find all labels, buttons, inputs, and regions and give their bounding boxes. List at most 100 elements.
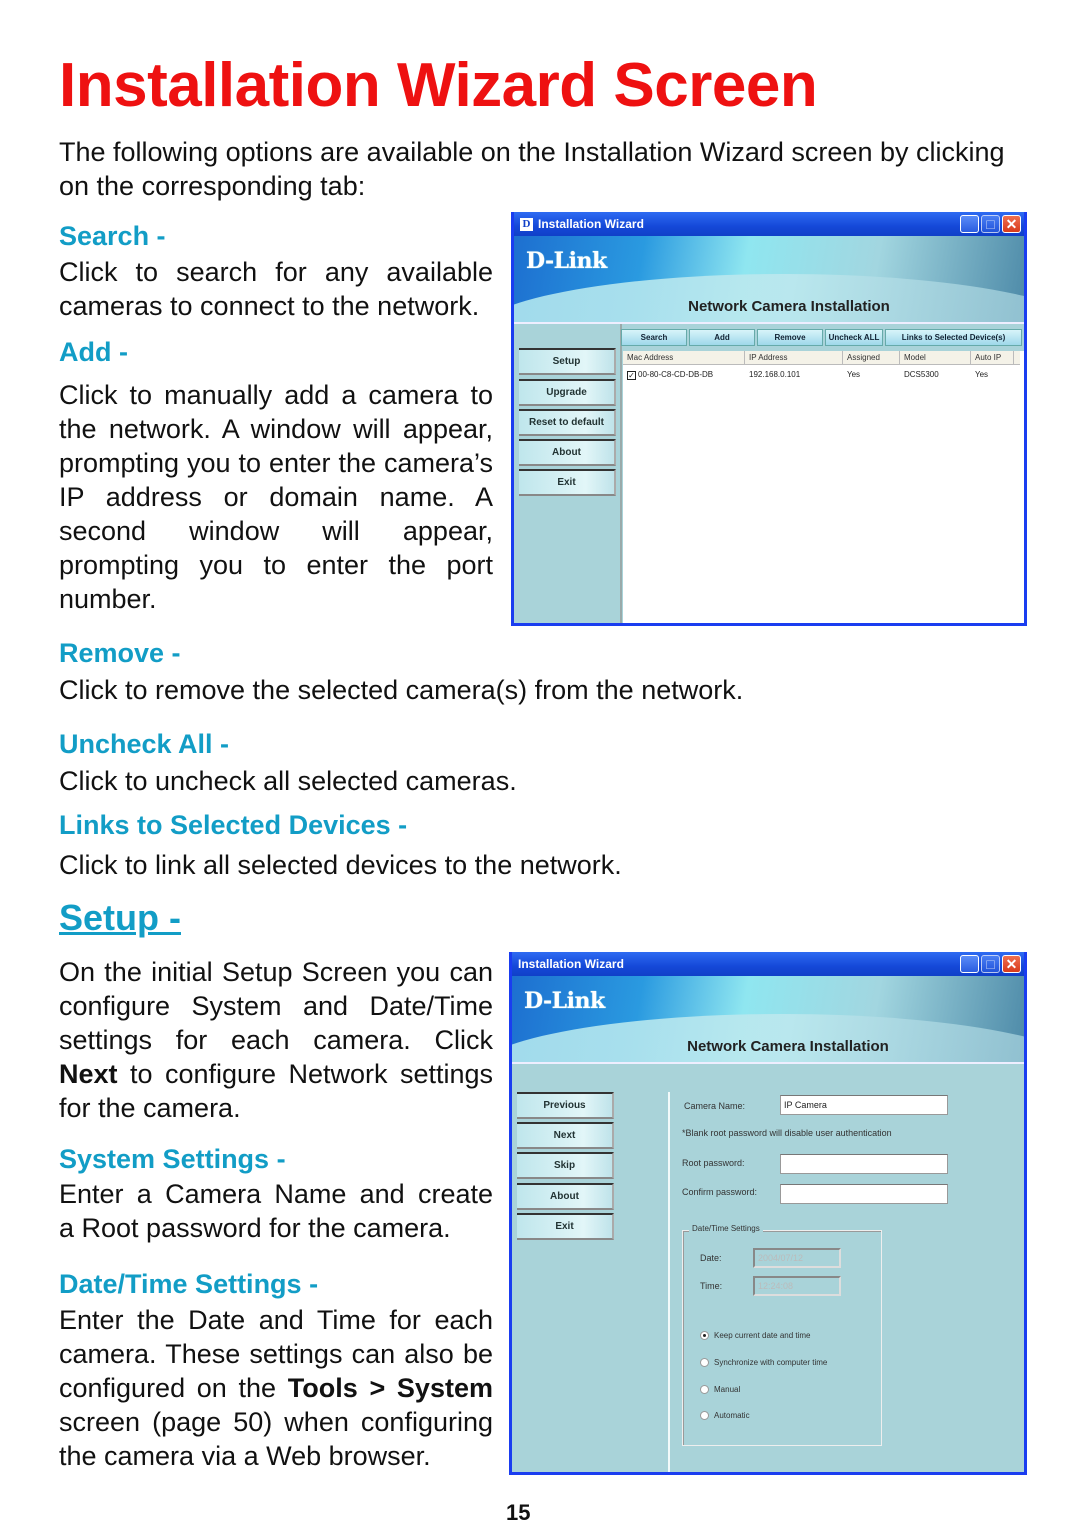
maximize-icon: □ <box>986 956 995 972</box>
next-button[interactable]: Next <box>517 1122 614 1149</box>
dlink-app-icon: D <box>520 217 533 231</box>
about-button[interactable]: About <box>519 439 616 466</box>
intro-text: The following options are available on t… <box>59 137 1005 201</box>
minimize-button[interactable]: _ <box>960 215 979 234</box>
setup-description: On the initial Setup Screen you can conf… <box>59 955 493 1125</box>
setup-wizard-window: Installation Wizard _ □ ✕ D-Link Network… <box>509 952 1027 1475</box>
text-line: prompting you to enter the camera’s <box>59 448 493 478</box>
setup-button[interactable]: Setup <box>519 348 616 375</box>
column-header-assigned[interactable]: Assigned <box>843 351 900 364</box>
system-settings-heading: System Settings - <box>59 1144 286 1174</box>
radio-selected-icon <box>700 1331 709 1340</box>
search-description: Click to search for any available camera… <box>59 255 493 323</box>
time-input[interactable]: 12:24:08 <box>753 1276 841 1296</box>
text-line: Click to search for any available <box>59 257 493 287</box>
radio-sync-computer[interactable]: Synchronize with computer time <box>700 1358 827 1367</box>
dlink-banner: D-Link Network Camera Installation <box>514 236 1024 324</box>
ip-cell: 192.168.0.101 <box>749 370 801 379</box>
datetime-settings-heading: Date/Time Settings - <box>59 1269 319 1299</box>
system-settings-description: Enter a Camera Name and create a Root pa… <box>59 1177 493 1245</box>
window-titlebar[interactable]: D Installation Wizard _ □ ✕ <box>514 212 1024 236</box>
camera-name-input[interactable]: IP Camera <box>780 1095 948 1115</box>
confirm-password-input[interactable] <box>780 1184 948 1204</box>
action-tabbar: Search Add Remove Uncheck ALL Links to S… <box>621 329 1022 346</box>
minimize-icon: _ <box>966 960 973 974</box>
uncheck-all-tab[interactable]: Uncheck ALL <box>825 329 883 346</box>
installation-wizard-window: D Installation Wizard _ □ ✕ D-Link Netwo… <box>511 212 1027 626</box>
links-heading: Links to Selected Devices - <box>59 810 408 840</box>
add-tab[interactable]: Add <box>689 329 755 346</box>
minimize-button[interactable]: _ <box>960 955 979 974</box>
text-fragment: configured on the <box>59 1373 288 1403</box>
close-button[interactable]: ✕ <box>1002 215 1021 233</box>
date-input[interactable]: 2004/07/12 <box>753 1248 841 1268</box>
time-label: Time: <box>700 1281 723 1291</box>
setup-heading: Setup - <box>59 897 181 938</box>
mac-cell: ✓ 00-80-C8-CD-DB-DB <box>623 368 745 382</box>
column-header-model[interactable]: Model <box>900 351 971 364</box>
row-checkbox[interactable]: ✓ <box>627 371 636 380</box>
column-header-auto-ip[interactable]: Auto IP <box>971 351 1014 364</box>
text-line: settings for each camera. Click <box>59 1025 493 1055</box>
text-line: Next to configure Network settings <box>59 1057 493 1091</box>
radio-label: Manual <box>714 1385 741 1394</box>
camera-name-label: Camera Name: <box>684 1101 746 1111</box>
device-list-panel <box>623 351 1024 623</box>
page-number: 15 <box>506 1500 531 1525</box>
close-icon: ✕ <box>1005 956 1018 972</box>
remove-heading: Remove - <box>59 638 181 668</box>
uncheck-all-heading: Uncheck All - <box>59 729 230 759</box>
device-table-header: Mac Address IP Address Assigned Model Au… <box>623 351 1020 365</box>
text-line: second window will appear, <box>59 516 493 546</box>
column-header-ip[interactable]: IP Address <box>745 351 843 364</box>
uncheck-all-description: Click to uncheck all selected cameras. <box>59 766 517 796</box>
text-line: Enter a Camera Name and create <box>59 1179 493 1209</box>
maximize-icon: □ <box>986 216 995 232</box>
bold-term: Tools > System <box>287 1373 493 1403</box>
mac-value: 00-80-C8-CD-DB-DB <box>638 370 714 379</box>
remove-tab[interactable]: Remove <box>757 329 823 346</box>
maximize-button[interactable]: □ <box>981 215 1000 233</box>
panel-divider <box>668 1092 670 1472</box>
upgrade-button[interactable]: Upgrade <box>519 379 616 406</box>
exit-button[interactable]: Exit <box>519 469 616 496</box>
about-button[interactable]: About <box>517 1183 614 1210</box>
exit-button[interactable]: Exit <box>517 1213 614 1240</box>
root-password-input[interactable] <box>780 1154 948 1174</box>
maximize-button[interactable]: □ <box>981 955 1000 973</box>
close-button[interactable]: ✕ <box>1002 955 1021 973</box>
radio-label: Keep current date and time <box>714 1331 811 1340</box>
window-titlebar[interactable]: Installation Wizard _ □ ✕ <box>512 952 1024 976</box>
text-line: cameras to connect to the network. <box>59 291 480 321</box>
radio-keep-current[interactable]: Keep current date and time <box>700 1331 811 1340</box>
dlink-logo: D-Link <box>524 988 605 1014</box>
text-fragment: to configure Network settings <box>117 1059 493 1089</box>
radio-unselected-icon <box>700 1358 709 1367</box>
text-line: prompting you to enter the port <box>59 550 493 580</box>
radio-automatic[interactable]: Automatic <box>700 1411 750 1420</box>
text-line: configure System and Date/Time <box>59 991 493 1021</box>
window-title: Installation Wizard <box>538 217 644 231</box>
radio-manual[interactable]: Manual <box>700 1385 740 1394</box>
column-header-mac[interactable]: Mac Address <box>623 351 745 364</box>
banner-subtitle: Network Camera Installation <box>687 1038 889 1055</box>
minimize-icon: _ <box>966 220 973 234</box>
model-cell: DCS5300 <box>904 370 939 379</box>
reset-to-default-button[interactable]: Reset to default <box>519 409 616 436</box>
links-to-selected-devices-tab[interactable]: Links to Selected Device(s) <box>885 329 1022 346</box>
bold-term: Next <box>59 1059 118 1089</box>
dlink-banner: D-Link Network Camera Installation <box>512 976 1024 1064</box>
previous-button[interactable]: Previous <box>517 1092 614 1119</box>
links-description: Click to link all selected devices to th… <box>59 850 622 880</box>
dlink-logo: D-Link <box>526 248 607 274</box>
radio-unselected-icon <box>700 1385 709 1394</box>
text-line: Click to manually add a camera to <box>59 380 493 410</box>
datetime-groupbox: Date/Time Settings Date: 2004/07/12 Time… <box>682 1224 882 1446</box>
skip-button[interactable]: Skip <box>517 1152 614 1179</box>
password-note: *Blank root password will disable user a… <box>682 1128 892 1138</box>
search-heading: Search - <box>59 221 166 251</box>
search-tab[interactable]: Search <box>621 329 687 346</box>
text-line: IP address or domain name. A <box>59 482 493 512</box>
table-row[interactable]: ✓ 00-80-C8-CD-DB-DB 192.168.0.101 Yes DCS… <box>623 368 1020 382</box>
radio-label: Synchronize with computer time <box>714 1358 828 1367</box>
